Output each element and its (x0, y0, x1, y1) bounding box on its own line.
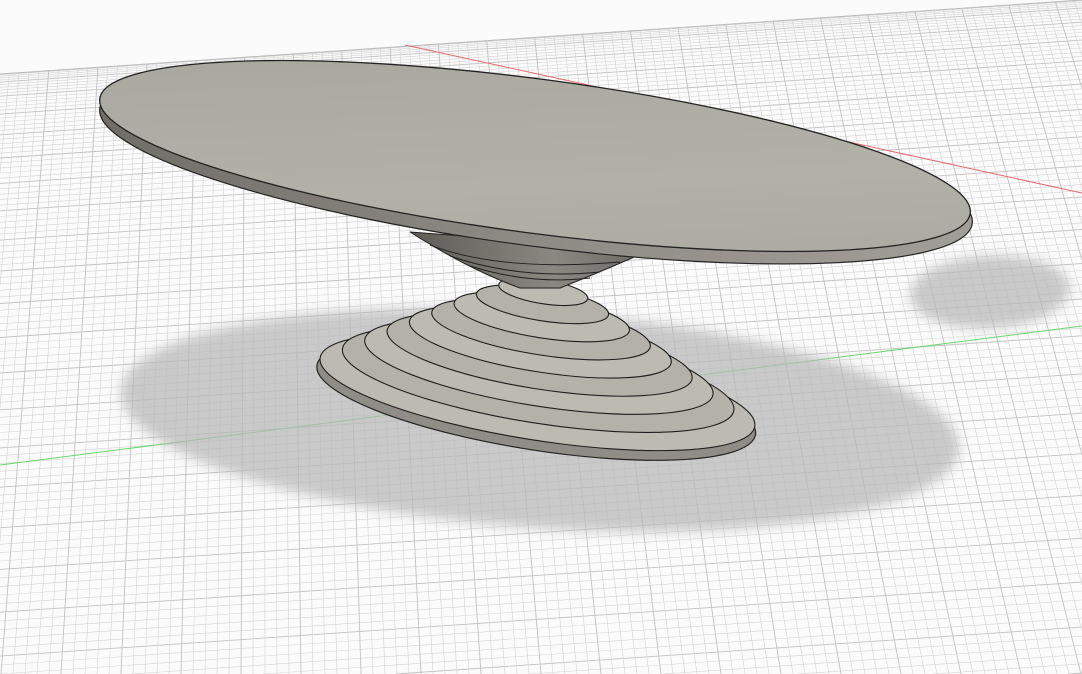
scene-canvas[interactable] (0, 0, 1082, 674)
3d-viewport[interactable] (0, 0, 1082, 674)
